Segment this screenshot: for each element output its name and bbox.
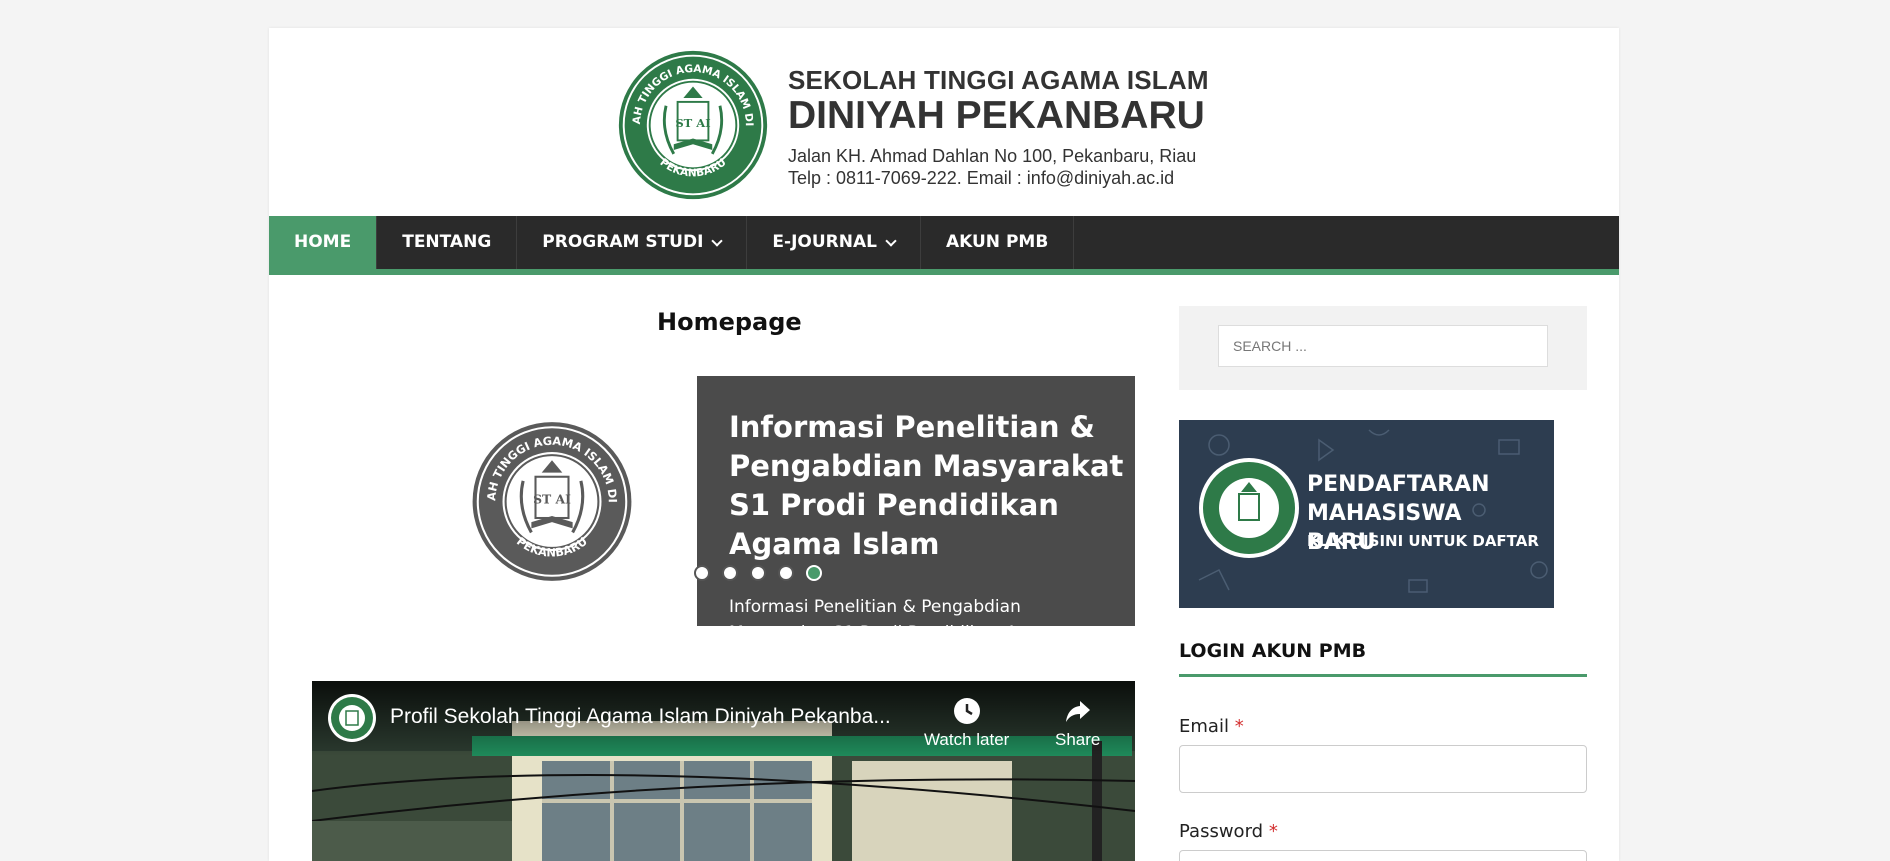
watch-later-label: Watch later xyxy=(924,730,1010,749)
chevron-down-icon xyxy=(885,234,897,247)
search-widget xyxy=(1179,306,1587,390)
slider-seal-image[interactable]: SEKOLAH TINGGI AGAMA ISLAM DINIYAH PEKAN… xyxy=(468,419,636,584)
email-label: Email * xyxy=(1179,716,1244,737)
channel-avatar[interactable] xyxy=(327,693,377,743)
watch-later-button[interactable]: Watch later xyxy=(924,697,1009,750)
page-title: Homepage xyxy=(657,308,802,336)
page-container: SEKOLAH TINGGI AGAMA ISLAM DINIYAH PEKAN… xyxy=(269,28,1619,861)
nav-label: AKUN PMB xyxy=(945,232,1049,252)
nav-label: PROGRAM STUDI xyxy=(542,232,704,252)
share-button[interactable]: Share xyxy=(1055,697,1100,750)
slider-title[interactable]: Informasi Penelitian & Pengabdian Masyar… xyxy=(729,408,1129,564)
slider-dot-2[interactable] xyxy=(722,565,738,581)
nav-label: E-JOURNAL xyxy=(772,232,877,252)
slider-dot-5[interactable] xyxy=(806,565,822,581)
share-icon xyxy=(1065,701,1090,722)
banner-cta: KLIK DISINI UNTUK DAFTAR xyxy=(1307,532,1539,550)
password-field[interactable] xyxy=(1179,850,1587,861)
slider-dot-3[interactable] xyxy=(750,565,766,581)
nav-label: HOME xyxy=(294,232,352,252)
slider-dot-4[interactable] xyxy=(778,565,794,581)
svg-text:ST AI: ST AI xyxy=(675,116,710,130)
header-text-block: SEKOLAH TINGGI AGAMA ISLAM DINIYAH PEKAN… xyxy=(788,65,1209,189)
email-label-text: Email xyxy=(1179,716,1229,737)
email-field[interactable] xyxy=(1179,745,1587,793)
login-widget-title: LOGIN AKUN PMB xyxy=(1179,640,1587,677)
site-header: SEKOLAH TINGGI AGAMA ISLAM DINIYAH PEKAN… xyxy=(269,28,1619,216)
search-input[interactable] xyxy=(1218,325,1548,367)
institution-name-line2: DINIYAH PEKANBARU xyxy=(788,94,1205,137)
slider-caption-box[interactable]: Informasi Penelitian & Pengabdian Masyar… xyxy=(697,376,1135,626)
institution-name-line1: SEKOLAH TINGGI AGAMA ISLAM xyxy=(788,65,1209,95)
share-label: Share xyxy=(1055,730,1101,749)
slider-dot-1[interactable] xyxy=(694,565,710,581)
site-logo[interactable]: SEKOLAH TINGGI AGAMA ISLAM DINIYAH PEKAN… xyxy=(614,48,772,202)
nav-label: TENTANG xyxy=(402,232,492,252)
required-marker: * xyxy=(1268,821,1278,842)
pmb-registration-banner[interactable]: PENDAFTARAN MAHASISWA BARU KLIK DISINI U… xyxy=(1179,420,1554,608)
required-marker: * xyxy=(1234,716,1244,737)
slider-excerpt: Informasi Penelitian & Pengabdian Masyar… xyxy=(729,597,1066,626)
svg-text:ST AI: ST AI xyxy=(533,492,571,507)
nav-item-e-journal[interactable]: E-JOURNAL xyxy=(747,216,921,269)
password-label: Password * xyxy=(1179,821,1278,842)
nav-item-home[interactable]: HOME xyxy=(269,216,378,269)
chevron-down-icon xyxy=(711,234,724,247)
nav-item-tentang[interactable]: TENTANG xyxy=(377,216,518,269)
video-title[interactable]: Profil Sekolah Tinggi Agama Islam Diniya… xyxy=(390,705,891,729)
institution-address: Jalan KH. Ahmad Dahlan No 100, Pekanbaru… xyxy=(788,146,1197,166)
slider-pagination xyxy=(694,565,822,581)
clock-icon xyxy=(953,698,980,724)
youtube-embed[interactable]: Profil Sekolah Tinggi Agama Islam Diniya… xyxy=(312,681,1135,861)
main-nav: HOME TENTANG PROGRAM STUDI E-JOURNAL AKU… xyxy=(269,216,1619,275)
nav-item-program-studi[interactable]: PROGRAM STUDI xyxy=(517,216,748,269)
institution-contact: Telp : 0811-7069-222. Email : info@diniy… xyxy=(788,168,1175,188)
nav-item-akun-pmb[interactable]: AKUN PMB xyxy=(921,216,1075,269)
password-label-text: Password xyxy=(1179,821,1264,842)
